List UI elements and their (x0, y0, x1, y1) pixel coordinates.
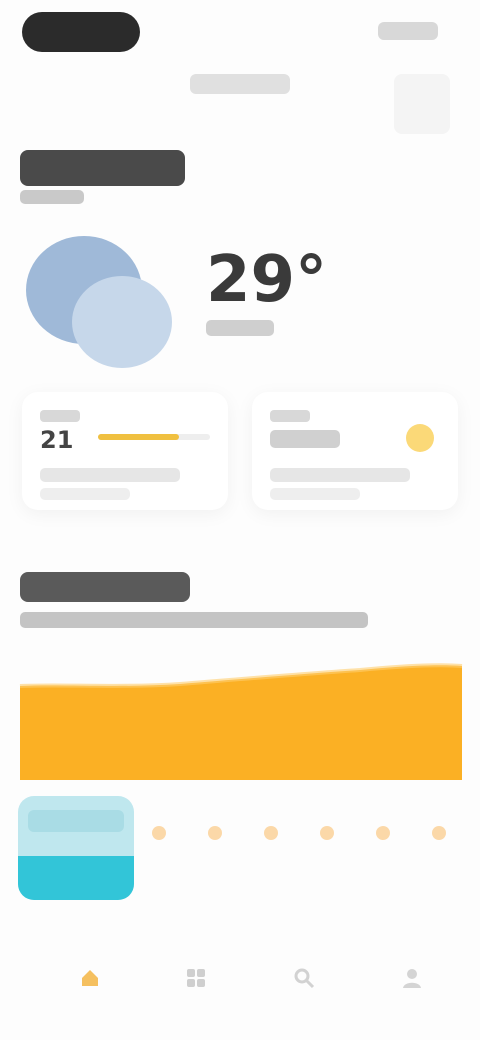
forecast-day-dot[interactable] (432, 826, 446, 840)
forecast-day-dot[interactable] (376, 826, 390, 840)
nav-profile[interactable] (388, 954, 436, 1002)
partly-cloudy-icon (22, 228, 172, 368)
stat-level-fill (98, 434, 179, 440)
stat-description-line (40, 488, 130, 500)
forecast-area (20, 665, 462, 780)
stat-value: 21 (40, 426, 74, 454)
forecast-day-selected[interactable] (18, 796, 134, 900)
forecast-day-dot[interactable] (264, 826, 278, 840)
bottom-nav (0, 940, 480, 1020)
location-subtitle (20, 190, 84, 204)
home-icon (82, 970, 98, 986)
sun-icon (406, 424, 434, 452)
forecast-day-dot[interactable] (320, 826, 334, 840)
stat-level-bar (98, 434, 210, 440)
forecast-chart (19, 663, 463, 780)
forecast-day-accent (18, 856, 134, 900)
top-right-label[interactable] (378, 22, 438, 40)
top-pill (22, 12, 140, 52)
stat-description-line (270, 488, 360, 500)
nav-search[interactable] (280, 954, 328, 1002)
current-condition (206, 320, 274, 336)
grid-icon (187, 969, 205, 987)
stat-card-left[interactable]: 21 (22, 392, 228, 510)
forecast-day-row (18, 796, 464, 904)
cloud-front-shape (72, 276, 172, 368)
stat-card-right[interactable] (252, 392, 458, 510)
stat-label (40, 410, 80, 422)
forecast-subtitle (20, 612, 368, 628)
forecast-title (20, 572, 190, 602)
stat-description (40, 468, 180, 482)
header-center-label (190, 74, 290, 94)
forecast-day-label (28, 810, 124, 832)
stat-description (270, 468, 410, 482)
search-icon (294, 968, 315, 989)
stat-label (270, 410, 310, 422)
forecast-day-dot[interactable] (152, 826, 166, 840)
header-right-faint[interactable] (394, 74, 450, 134)
nav-grid[interactable] (172, 954, 220, 1002)
current-temperature: 29° (206, 243, 328, 317)
profile-icon (403, 969, 421, 988)
location-title (20, 150, 185, 186)
nav-home[interactable] (66, 954, 114, 1002)
weather-screen: 29° 21 (0, 0, 480, 1040)
forecast-day-dot[interactable] (208, 826, 222, 840)
stat-value (270, 430, 340, 448)
